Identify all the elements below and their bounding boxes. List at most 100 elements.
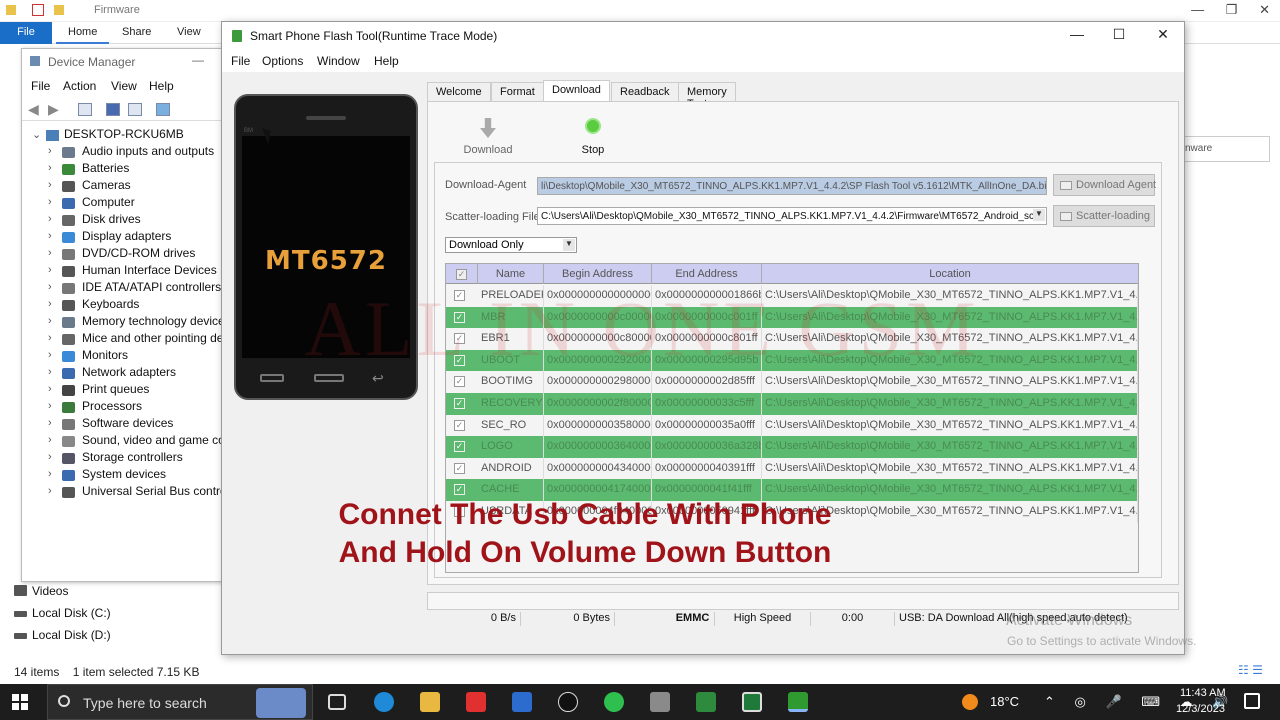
flash-tool-taskbar-icon[interactable] — [788, 692, 808, 712]
chevron-right-icon[interactable]: › — [48, 417, 52, 429]
device-category-item[interactable]: › Monitors — [30, 348, 230, 365]
chevron-right-icon[interactable]: › — [48, 230, 52, 242]
ribbon-tab-file[interactable]: File — [0, 22, 52, 44]
view-mode-icons[interactable]: ☷ ☰ — [1238, 663, 1263, 677]
stop-button[interactable]: Stop — [573, 118, 613, 156]
green-app-icon[interactable] — [742, 692, 762, 712]
row-checkbox[interactable]: ✓ — [454, 484, 465, 496]
device-category-item[interactable]: › Cameras — [30, 178, 230, 195]
tab-welcome[interactable]: Welcome — [427, 82, 491, 102]
chevron-right-icon[interactable]: › — [48, 298, 52, 310]
file-explorer-icon[interactable] — [420, 692, 440, 712]
device-category-item[interactable]: › Computer — [30, 195, 230, 212]
weather-icon[interactable] — [962, 694, 978, 710]
device-category-item[interactable]: › Network adapters — [30, 365, 230, 382]
nav-item-local-disk-c[interactable]: Local Disk (C:) — [14, 606, 194, 628]
chevron-right-icon[interactable]: › — [48, 162, 52, 174]
device-category-item[interactable]: ›Mice and other pointing devices — [30, 331, 230, 348]
chevron-right-icon[interactable]: › — [48, 468, 52, 480]
header-end-address[interactable]: End Address — [652, 264, 762, 284]
close-button[interactable]: ✕ — [1148, 26, 1178, 43]
row-checkbox[interactable]: ✓ — [454, 462, 465, 474]
device-category-item[interactable]: › Human Interface Devices — [30, 263, 230, 280]
chevron-down-icon[interactable]: ⌄ — [32, 128, 41, 141]
menu-view[interactable]: View — [111, 79, 137, 93]
chevron-right-icon[interactable]: › — [48, 400, 52, 412]
chevron-right-icon[interactable]: › — [48, 196, 52, 208]
device-category-item[interactable]: › Audio inputs and outputs — [30, 144, 230, 161]
clock-date[interactable]: 12/3/2023 — [1176, 703, 1225, 715]
menu-action[interactable]: Action — [63, 79, 96, 93]
scatter-loading-button[interactable]: Scatter-loading — [1053, 205, 1155, 227]
app-icon[interactable] — [466, 692, 486, 712]
chevron-right-icon[interactable]: › — [48, 451, 52, 463]
device-category-item[interactable]: › Processors — [30, 399, 230, 416]
notification-icon[interactable] — [1244, 693, 1260, 709]
task-view-icon[interactable] — [328, 694, 346, 710]
tab-format[interactable]: Format — [491, 82, 544, 102]
chevron-right-icon[interactable]: › — [48, 264, 52, 276]
device-category-item[interactable]: › Storage controllers — [30, 450, 230, 467]
tree-root[interactable]: ⌄ DESKTOP-RCKU6MB — [30, 127, 230, 144]
excel-like-icon[interactable] — [696, 692, 716, 712]
whatsapp-icon[interactable] — [604, 692, 624, 712]
row-checkbox[interactable]: ✓ — [454, 376, 465, 388]
table-row[interactable]: ✓ ANDROID 0x0000000004340000 0x000000004039… — [446, 457, 1138, 480]
ribbon-tab-home[interactable]: Home — [56, 22, 110, 44]
device-category-item[interactable]: › Universal Serial Bus controllers — [30, 484, 230, 501]
start-button[interactable] — [12, 694, 28, 710]
table-row[interactable]: ✓ SEC_RO 0x0000000003580000 0x00000000035a0… — [446, 414, 1138, 437]
row-checkbox[interactable]: ✓ — [454, 441, 465, 453]
maximize-button[interactable]: ☐ — [1104, 26, 1134, 43]
tool-icon[interactable] — [650, 692, 670, 712]
explorer-window-controls[interactable]: — ❐ ✕ — [1191, 2, 1270, 18]
store-icon[interactable] — [512, 692, 532, 712]
device-category-item[interactable]: › IDE ATA/ATAPI controllers — [30, 280, 230, 297]
menu-help[interactable]: Help — [149, 79, 174, 93]
chevron-right-icon[interactable]: › — [48, 349, 52, 361]
row-checkbox[interactable]: ✓ — [454, 419, 465, 431]
taskbar-search[interactable]: Type here to search — [47, 684, 313, 720]
device-category-item[interactable]: › Batteries — [30, 161, 230, 178]
device-category-item[interactable]: › DVD/CD-ROM drives — [30, 246, 230, 263]
edge-icon[interactable] — [374, 692, 394, 712]
chevron-right-icon[interactable]: › — [48, 383, 52, 395]
download-button[interactable]: Download — [458, 118, 518, 156]
menu-window[interactable]: Window — [317, 54, 360, 68]
tab-memory-test[interactable]: Memory Test — [678, 82, 736, 110]
ribbon-tab-view[interactable]: View — [165, 22, 213, 44]
chevron-right-icon[interactable]: › — [48, 434, 52, 446]
table-row[interactable]: ✓ BOOTIMG 0x0000000002980000 0x0000000002d8… — [446, 371, 1138, 393]
chevron-right-icon[interactable]: › — [48, 281, 52, 293]
chevron-right-icon[interactable]: › — [48, 247, 52, 259]
chevron-right-icon[interactable]: › — [48, 332, 52, 344]
weather-temperature[interactable]: 18°C — [990, 694, 1019, 709]
chevron-down-icon[interactable]: ▼ — [1033, 209, 1045, 221]
monitor-icon[interactable] — [156, 103, 170, 116]
scatter-file-field[interactable]: C:\Users\Ali\Desktop\QMobile_X30_MT6572_… — [537, 207, 1047, 225]
menu-help[interactable]: Help — [374, 54, 399, 68]
minimize-icon[interactable]: — — [192, 53, 204, 67]
header-location[interactable]: Location — [762, 264, 1138, 284]
download-mode-select[interactable]: Download Only ▼ — [445, 237, 577, 253]
chevron-right-icon[interactable]: › — [48, 179, 52, 191]
device-category-item[interactable]: › Display adapters — [30, 229, 230, 246]
chevron-right-icon[interactable]: › — [48, 485, 52, 497]
device-category-item[interactable]: › Sound, video and game controllers — [30, 433, 230, 450]
menu-options[interactable]: Options — [262, 54, 303, 68]
menu-file[interactable]: File — [231, 54, 250, 68]
download-agent-field[interactable]: li\Desktop\QMobile_X30_MT6572_TINNO_ALPS… — [537, 177, 1047, 195]
device-category-item[interactable]: › Memory technology devices — [30, 314, 230, 331]
ribbon-tab-share[interactable]: Share — [110, 22, 163, 44]
device-category-item[interactable]: › Print queues — [30, 382, 230, 399]
nav-item-local-disk-d[interactable]: Local Disk (D:) — [14, 628, 194, 650]
header-select-all[interactable]: ✓ — [446, 264, 478, 284]
table-row[interactable]: ✓ LOGO 0x0000000003640000 0x00000000036a328… — [446, 436, 1138, 458]
device-category-item[interactable]: › Software devices — [30, 416, 230, 433]
row-checkbox[interactable]: ✓ — [454, 397, 465, 409]
header-name[interactable]: Name — [478, 264, 544, 284]
help-icon[interactable] — [106, 103, 120, 116]
forward-arrow-icon[interactable]: ▶ — [48, 101, 59, 118]
explorer-search-box[interactable]: nware — [1180, 136, 1270, 162]
clock-time[interactable]: 11:43 AM — [1180, 687, 1226, 699]
